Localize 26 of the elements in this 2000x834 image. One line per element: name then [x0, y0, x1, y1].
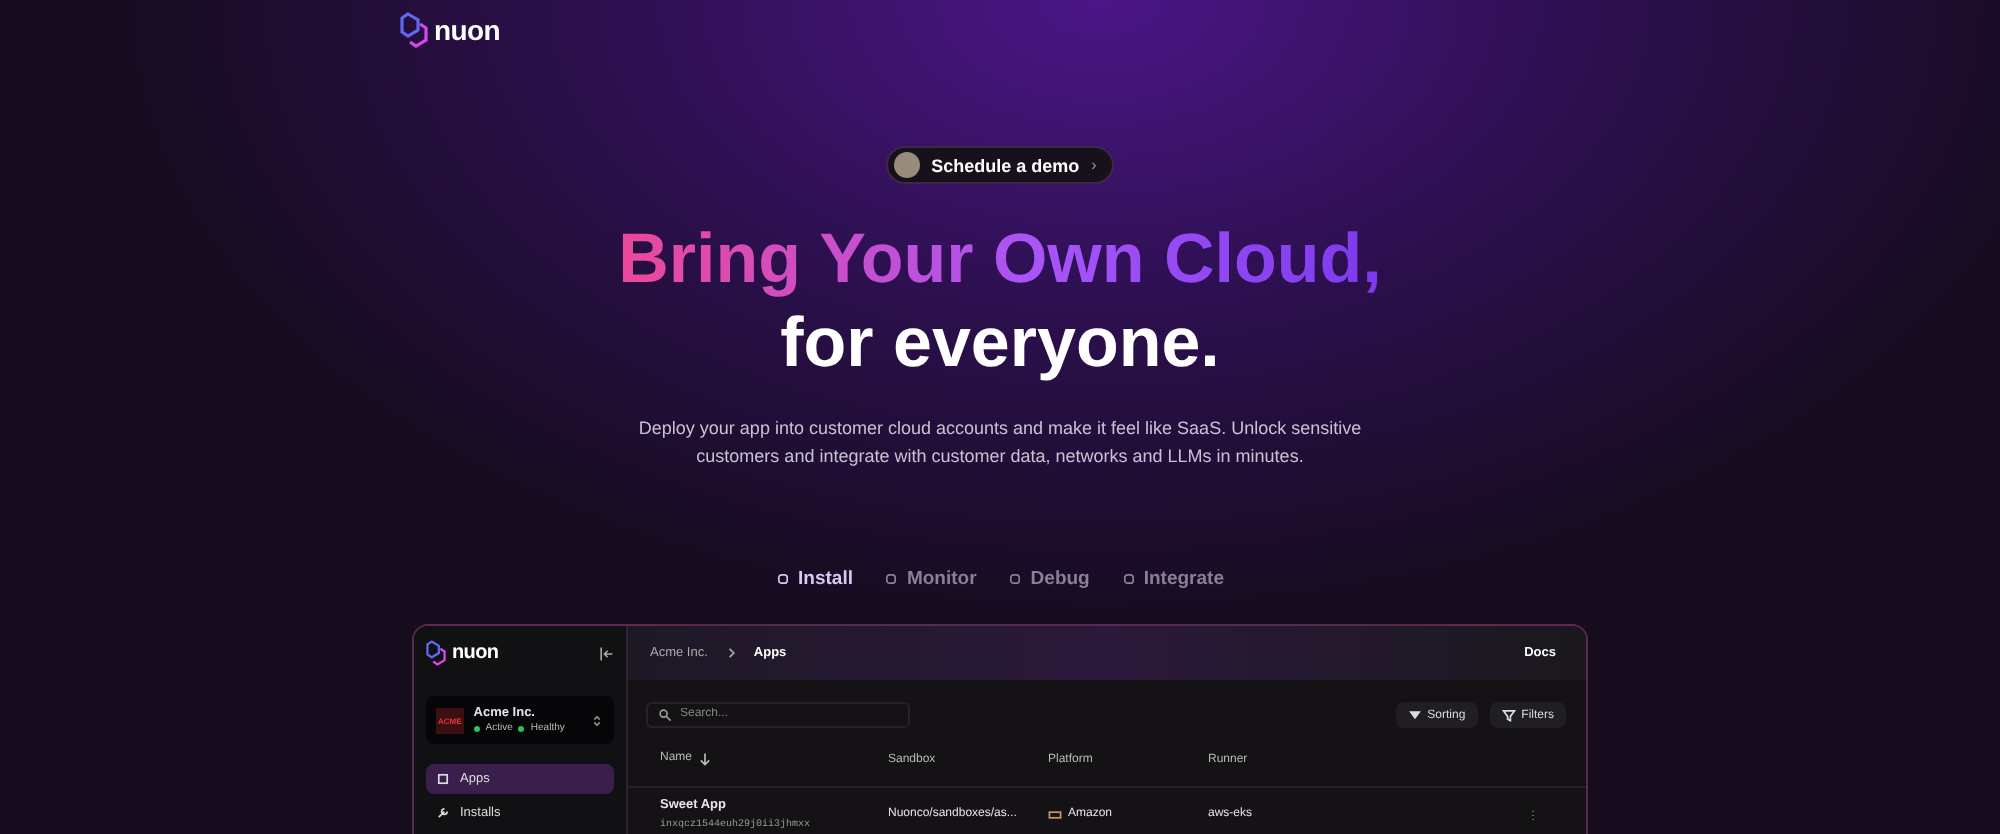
feature-icon	[776, 572, 791, 586]
feature-tab[interactable]: Install	[776, 568, 853, 590]
chevron-right-icon	[723, 646, 738, 660]
feature-icon	[1008, 572, 1023, 586]
filter-icon	[1501, 708, 1516, 722]
feature-tab[interactable]: Integrate	[1121, 568, 1224, 590]
more-icon	[1526, 807, 1540, 821]
schedule-demo-button[interactable]: Schedule a demo ›	[885, 146, 1115, 184]
brand-name: nuon	[452, 642, 499, 664]
feature-tab[interactable]: Monitor	[884, 568, 977, 590]
collapse-icon[interactable]	[598, 645, 614, 661]
feature-tab[interactable]: Debug	[1008, 568, 1090, 590]
description: Deploy your app into customer cloud accounts and make it feel like SaaS. Unlock sensitive customers and integrate with customer data, networks and LLMs in minutes.	[636, 416, 1364, 470]
chevron-glyph: ›	[1091, 156, 1097, 174]
search-icon	[658, 707, 672, 721]
brand-name: nuon	[434, 14, 501, 46]
wrench-icon	[436, 806, 450, 820]
hexagon-logo-icon	[400, 12, 428, 48]
feature-icon	[884, 572, 899, 586]
hexagon-logo-icon	[426, 640, 446, 666]
arrow-down-icon	[698, 752, 713, 766]
caret-icon	[1407, 708, 1422, 722]
chevrons-icon	[590, 713, 604, 727]
avatar-placeholder	[893, 152, 920, 178]
feature-icon	[1121, 572, 1136, 586]
headline-subline: for everyone.	[780, 302, 1220, 386]
